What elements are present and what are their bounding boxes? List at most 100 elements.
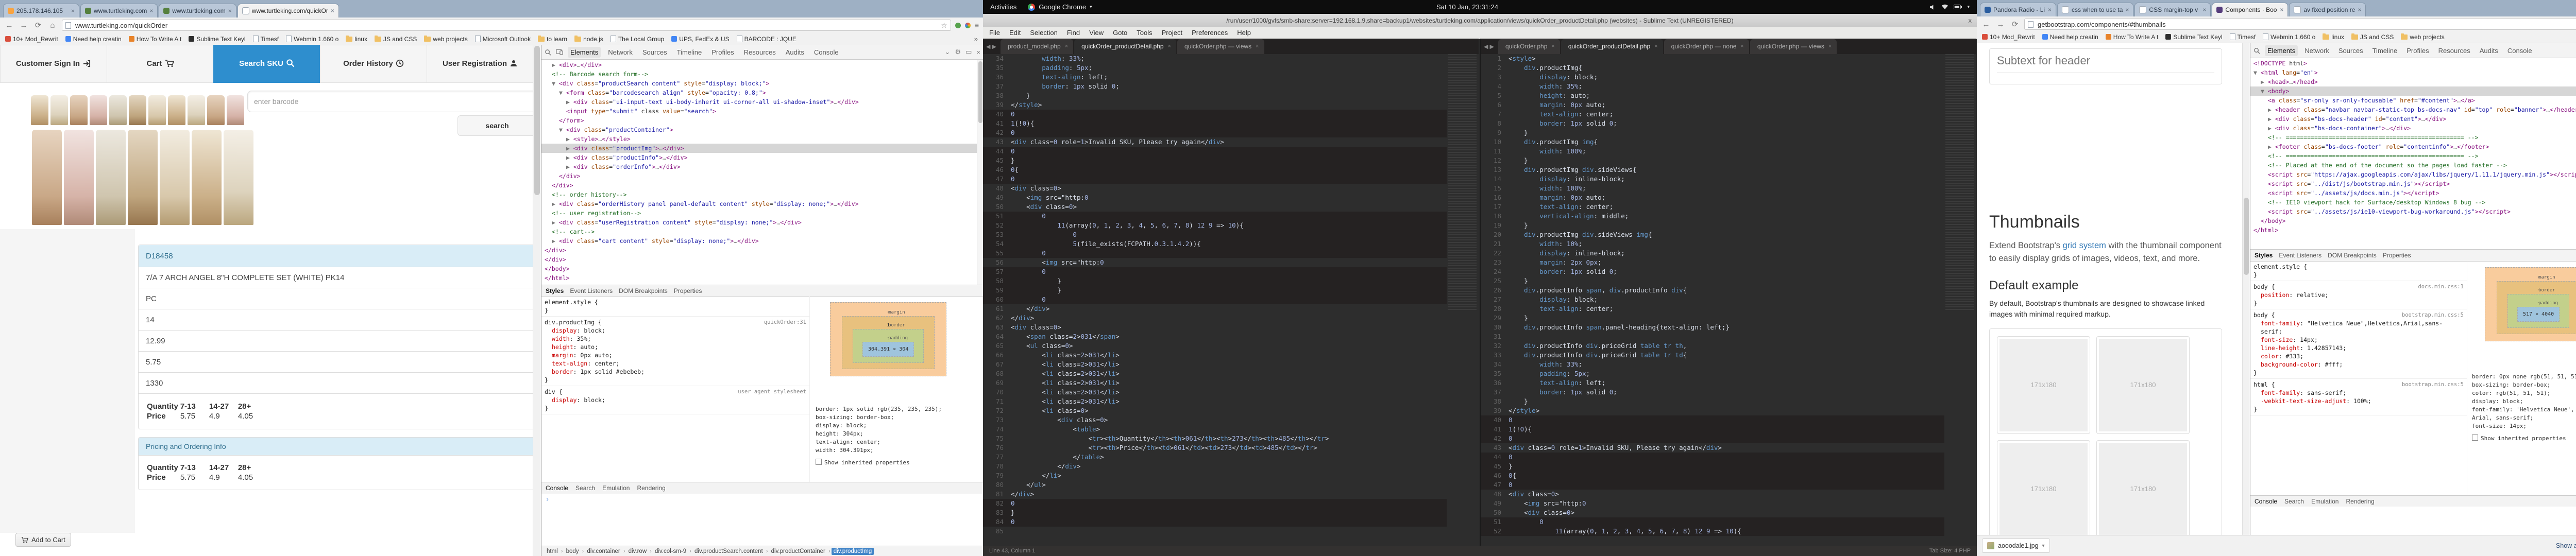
site-tab-order-history[interactable]: Order History [320, 45, 427, 83]
product-thumbnail-image[interactable] [129, 95, 146, 125]
css-rule[interactable]: body {docs.min.css:1position: relative;} [2250, 281, 2467, 309]
editor-tab[interactable]: product_model.php× [1001, 39, 1073, 54]
page-scrollbar[interactable] [533, 45, 541, 556]
element-node[interactable]: <script src="../assets/js/docs.min.js"><… [2250, 188, 2576, 198]
editor-tab[interactable]: quickOrder.php× [1498, 39, 1560, 54]
devtools-tab-timeline[interactable]: Timeline [674, 47, 705, 58]
tab-close-icon[interactable]: × [1828, 39, 1832, 54]
product-thumbnail-image[interactable] [188, 95, 205, 125]
product-thumbnails-row[interactable] [31, 95, 244, 125]
product-thumbnail-image[interactable] [227, 95, 244, 125]
grid-system-link[interactable]: grid system [2063, 241, 2106, 250]
product-thumbnail-image[interactable] [207, 95, 225, 125]
bookmark-item[interactable]: How To Write A t [2106, 33, 2159, 41]
tab-close-icon[interactable]: × [2358, 3, 2361, 16]
forward-icon[interactable]: → [1995, 20, 2006, 29]
tab-close-icon[interactable]: × [1740, 39, 1743, 54]
editor-tab[interactable]: quickOrder.php — views× [1750, 39, 1837, 54]
element-node[interactable]: </form> [541, 116, 977, 125]
bookmark-item[interactable]: The Local Group [611, 36, 664, 43]
element-node[interactable]: <!-- Placed at the end of the document s… [2250, 161, 2576, 170]
styles-rules[interactable]: element.style {}div.productImg {quickOrd… [541, 297, 810, 482]
element-node[interactable]: <!-- user registration--> [541, 208, 977, 218]
element-node[interactable]: ▶ <style>…</style> [541, 134, 977, 144]
devtools-tab-profiles[interactable]: Profiles [709, 47, 736, 58]
css-rule[interactable]: body {bootstrap.min.css:5font-family: "H… [2250, 309, 2467, 379]
elements-tree[interactable]: <!DOCTYPE html>▼ <html lang="en">▶ <head… [2250, 59, 2576, 249]
pane-tab-properties[interactable]: Properties [2383, 252, 2411, 259]
pane-tab-console[interactable]: Console [546, 484, 568, 492]
inspect-icon[interactable] [2253, 47, 2260, 54]
breadcrumb-item[interactable]: div.container [585, 548, 622, 555]
gear-icon[interactable]: ⚙ [955, 48, 961, 56]
breadcrumb-item[interactable]: body [564, 548, 581, 555]
tab-close-icon[interactable]: × [2048, 3, 2052, 16]
bookmark-item[interactable]: Webmin 1.660 o [2263, 33, 2315, 41]
element-node[interactable]: ▼ <div class="productContainer"> [541, 125, 977, 134]
menu-preferences[interactable]: Preferences [1192, 29, 1228, 37]
checkbox-icon[interactable] [2472, 435, 2478, 441]
url-bar[interactable]: ☆ [62, 20, 951, 31]
bookmark-item[interactable]: web projects [2401, 33, 2444, 41]
tab-close-icon[interactable]: × [149, 4, 153, 18]
tab-close-icon[interactable]: × [1065, 39, 1068, 54]
thumbnail-link[interactable]: 171x180 [2096, 336, 2190, 434]
site-tab-customer-sign-in[interactable]: Customer Sign In [0, 45, 107, 83]
bookmark-item[interactable]: JS and CSS [375, 36, 417, 43]
site-tab-search-sku[interactable]: Search SKU [213, 45, 320, 83]
reload-icon[interactable]: ⟳ [33, 21, 43, 30]
product-thumbnail-image[interactable] [50, 95, 68, 125]
bookmark-item[interactable]: BARCODE : JQUE [737, 36, 796, 43]
device-icon[interactable] [556, 49, 563, 55]
product-image[interactable] [96, 130, 126, 225]
element-node[interactable]: </body> [2250, 216, 2576, 225]
breadcrumb-item[interactable]: div.col-sm-9 [653, 548, 688, 555]
bookmark-item[interactable]: 10+ Mod_Rewrit [5, 36, 58, 43]
bookmark-item[interactable]: UPS, FedEx & US [671, 36, 729, 43]
editor-tab[interactable]: quickOrder_productDetail.php× [1561, 39, 1663, 54]
bookmark-item[interactable]: Sublime Text Keyl [2165, 33, 2222, 41]
bookmark-item[interactable]: Need help creatin [2042, 33, 2098, 41]
elements-tree[interactable]: ▶ <div>…</div><!-- Barcode search form--… [541, 60, 977, 285]
menu-find[interactable]: Find [1067, 29, 1080, 37]
console-drawer-icon[interactable]: ⌄ [945, 48, 951, 56]
menu-view[interactable]: View [1089, 29, 1104, 37]
checkbox-icon[interactable] [816, 459, 822, 465]
devtools-tab-resources[interactable]: Resources [741, 47, 778, 58]
tab-close-icon[interactable]: × [331, 4, 334, 18]
browser-tab[interactable]: Components · Boo× [2212, 3, 2288, 16]
browser-tab[interactable]: CSS margin-top v× [2134, 3, 2211, 16]
menu-file[interactable]: File [989, 29, 1000, 37]
pane-tab-rendering[interactable]: Rendering [2346, 498, 2374, 505]
devtools-tab-profiles[interactable]: Profiles [2404, 45, 2431, 56]
element-node[interactable]: <!-- cart--> [541, 227, 977, 236]
element-node[interactable]: </html> [541, 273, 977, 283]
bookmark-item[interactable]: web projects [424, 36, 467, 43]
bookmark-item[interactable]: JS and CSS [2351, 33, 2394, 41]
back-icon[interactable]: ← [4, 21, 14, 30]
element-node[interactable]: <!-- Barcode search form--> [541, 70, 977, 79]
element-node[interactable]: ▶ <div class="cart content" style="displ… [541, 236, 977, 246]
element-node[interactable]: ▶ <div>…</div> [541, 60, 977, 70]
show-inherited-checkbox[interactable]: Show inherited properties [816, 459, 980, 467]
element-node[interactable]: <!DOCTYPE html> [2250, 59, 2576, 68]
product-thumbnail-image[interactable] [148, 95, 166, 125]
breadcrumb-item[interactable]: div.productContainer [769, 548, 827, 555]
product-thumbnail-image[interactable] [31, 95, 48, 125]
network-icon[interactable] [1941, 4, 1948, 10]
browser-tab[interactable]: Pandora Radio - Li× [1980, 3, 2056, 16]
extension-green-icon[interactable] [955, 23, 961, 28]
bookmark-item[interactable]: Webmin 1.660 o [286, 36, 338, 43]
bookmark-item[interactable]: linux [346, 36, 367, 43]
element-node[interactable]: ▼ <div class="productSearch content" sty… [541, 79, 977, 88]
page-scrollbar[interactable] [2242, 43, 2250, 535]
pane-tab-console[interactable]: Console [2255, 498, 2277, 505]
element-node[interactable]: ▶ <div class="bs-docs-container">…</div> [2250, 124, 2576, 133]
element-node[interactable]: <!-- ===================================… [2250, 151, 2576, 161]
dock-side-icon[interactable]: ▭ [965, 48, 972, 56]
element-node[interactable]: </div> [541, 246, 977, 255]
pane-tab-event-listeners[interactable]: Event Listeners [570, 287, 613, 294]
url-input[interactable] [74, 21, 938, 30]
devtools-tab-elements[interactable]: Elements [568, 47, 601, 58]
element-node[interactable]: ▶ <head>…</head> [2250, 77, 2576, 86]
